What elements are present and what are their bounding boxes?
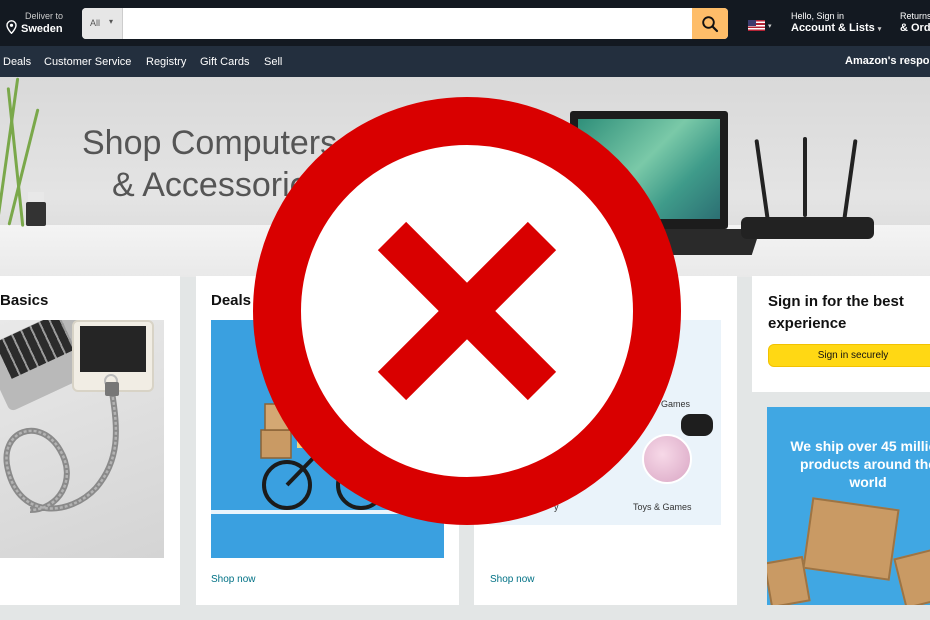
router-image	[741, 217, 874, 239]
shipping-box-image	[767, 555, 811, 605]
returns-label: Returns	[900, 11, 930, 21]
toys-shop-now-link[interactable]: Shop now	[490, 574, 534, 585]
subnav-promo-link[interactable]: Amazon's response	[845, 55, 930, 67]
deliver-label: Deliver to	[25, 11, 64, 21]
subnav-item-customer-service[interactable]: Customer Service	[44, 56, 131, 68]
signin-card-title: Sign in for the best experience	[768, 293, 904, 332]
router-antenna	[842, 139, 858, 219]
basics-product-image[interactable]	[0, 320, 164, 558]
international-shipping-banner[interactable]: We ship over 45 million products around …	[767, 407, 930, 605]
card-deals-title: Deals	[211, 292, 252, 309]
shipping-box-image	[893, 548, 930, 605]
deals-shop-now-link[interactable]: Shop now	[211, 574, 255, 585]
pen-cup-decoration	[26, 192, 46, 226]
card-basics-title: Basics	[0, 292, 49, 309]
deliver-country: Sweden	[21, 23, 63, 35]
subnav-item-sell[interactable]: Sell	[264, 56, 282, 68]
account-lists-label: Account & Lists	[791, 22, 875, 34]
us-flag-icon[interactable]	[748, 20, 765, 31]
shipping-box-image	[802, 497, 900, 581]
deliver-to-location[interactable]: Deliver to Sweden	[4, 9, 74, 37]
router-antenna	[754, 139, 770, 219]
top-navigation-bar: Deliver to Sweden All ▾ ▾ Hello, Sign in…	[0, 0, 930, 46]
gamepad-icon	[681, 414, 713, 436]
search-category-dropdown[interactable]: All ▾	[82, 8, 123, 39]
sign-in-securely-button[interactable]: Sign in securely	[768, 344, 930, 367]
signin-card: Sign in for the best experience Sign in …	[752, 276, 930, 392]
red-x-circle-icon	[253, 97, 681, 525]
subnav-item-deals[interactable]: Deals	[3, 56, 31, 68]
location-pin-icon	[6, 20, 17, 34]
returns-and-orders-link[interactable]: Returns & Orders	[900, 11, 930, 34]
search-input[interactable]	[124, 8, 692, 39]
orders-label: & Orders	[900, 22, 930, 34]
secondary-navigation-bar: Deals Customer Service Registry Gift Car…	[0, 46, 930, 77]
account-greeting: Hello, Sign in	[791, 11, 845, 21]
chevron-down-icon: ▾	[109, 17, 114, 26]
card-basics[interactable]: Basics	[0, 276, 180, 605]
chevron-down-icon: ▾	[768, 23, 772, 30]
search-bar: All ▾	[82, 8, 728, 39]
chevron-down-icon: ▾	[877, 26, 882, 33]
search-button[interactable]	[692, 8, 728, 39]
subnav-item-gift-cards[interactable]: Gift Cards	[200, 56, 250, 68]
search-icon	[702, 16, 719, 33]
plant-decoration	[6, 87, 25, 227]
account-and-lists-menu[interactable]: Hello, Sign in Account & Lists ▾	[791, 11, 881, 34]
shipping-banner-text: We ship over 45 million products around …	[790, 438, 930, 490]
search-category-label: All	[90, 18, 101, 28]
router-antenna	[803, 137, 807, 217]
subnav-item-registry[interactable]: Registry	[146, 56, 186, 68]
